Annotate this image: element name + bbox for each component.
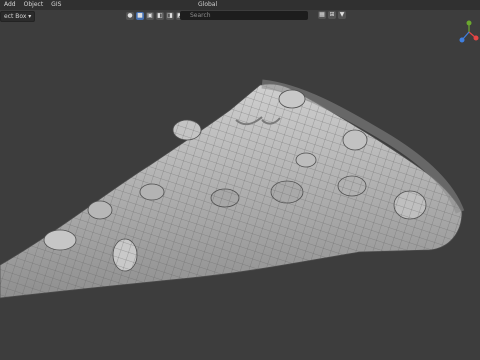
menu-gis[interactable]: GIS: [47, 0, 65, 10]
orientation-dropdown[interactable]: Global: [198, 1, 217, 8]
select-box-dropdown[interactable]: ect Box ▾: [0, 11, 36, 22]
menu-object[interactable]: Object: [20, 0, 48, 10]
select-invert-icon[interactable]: ◨: [166, 12, 174, 20]
select-extend-icon[interactable]: ▣: [146, 12, 154, 20]
viewport-header: Add Object GIS: [0, 0, 480, 10]
right-toolbar: ▦ ⊞ ▼: [318, 11, 348, 19]
select-subtract-icon[interactable]: ◧: [156, 12, 164, 20]
mode-icon[interactable]: ●: [126, 12, 134, 20]
viewport-icon[interactable]: ▦: [318, 11, 326, 19]
grid-icon[interactable]: ⊞: [328, 11, 336, 19]
search-input[interactable]: Search: [180, 11, 308, 20]
menu-add[interactable]: Add: [0, 0, 20, 10]
select-set-icon[interactable]: ■: [136, 12, 144, 20]
filter-icon[interactable]: ▼: [338, 11, 346, 19]
3d-viewport[interactable]: [0, 22, 480, 360]
